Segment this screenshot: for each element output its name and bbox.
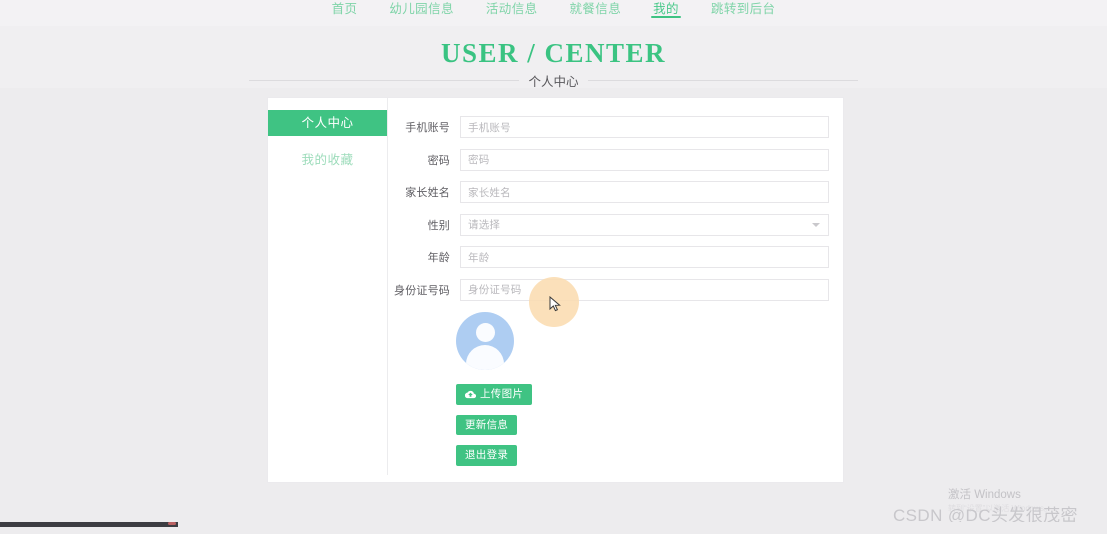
windows-activation-subtitle: 转到“设置”以激活 Windows。 bbox=[948, 504, 1053, 513]
nav-list: 首页 幼儿园信息 活动信息 就餐信息 我的 跳转到后台 bbox=[330, 0, 778, 26]
cloud-upload-icon bbox=[464, 389, 477, 400]
label-phone: 手机账号 bbox=[405, 122, 450, 134]
form-row-phone: 手机账号 手机账号 bbox=[388, 116, 829, 138]
logout-label: 退出登录 bbox=[465, 449, 509, 461]
form-row-password: 密码 密码 bbox=[388, 148, 829, 171]
horizontal-scrollbar[interactable] bbox=[0, 522, 178, 527]
user-center-card: 个人中心 我的收藏 手机账号 手机账号 密码 密码 家长姓名 家长姓名 性别 请… bbox=[267, 97, 844, 483]
label-password: 密码 bbox=[427, 154, 450, 167]
label-age: 年龄 bbox=[427, 252, 450, 264]
form-row-parent-name: 家长姓名 家长姓名 bbox=[388, 181, 829, 203]
sidebar-item-my-favorites[interactable]: 我的收藏 bbox=[268, 147, 387, 173]
label-id-number: 身份证号码 bbox=[394, 284, 450, 297]
select-gender[interactable]: 请选择 bbox=[460, 213, 829, 236]
input-parent-name[interactable]: 家长姓名 bbox=[460, 181, 829, 203]
placeholder-id-number: 身份证号码 bbox=[468, 284, 522, 296]
form-row-age: 年龄 年龄 bbox=[388, 246, 829, 268]
sidebar-item-label: 我的收藏 bbox=[301, 153, 354, 167]
avatar-block bbox=[456, 311, 829, 370]
input-phone[interactable]: 手机账号 bbox=[460, 116, 829, 138]
input-age[interactable]: 年龄 bbox=[460, 246, 829, 268]
nav-item-label: 我的 bbox=[653, 2, 679, 16]
update-info-label: 更新信息 bbox=[465, 418, 509, 431]
nav-item-label: 跳转到后台 bbox=[710, 2, 776, 16]
profile-form: 手机账号 手机账号 密码 密码 家长姓名 家长姓名 性别 请选择 年龄 年龄 身… bbox=[388, 98, 843, 482]
avatar-head-shape bbox=[475, 322, 495, 342]
page-title-en: USER / CENTER bbox=[0, 36, 1107, 70]
form-row-id-number: 身份证号码 身份证号码 bbox=[388, 278, 829, 301]
nav-item-dining-info[interactable]: 就餐信息 bbox=[568, 0, 624, 19]
input-password[interactable]: 密码 bbox=[460, 148, 829, 171]
content-area: 个人中心 我的收藏 手机账号 手机账号 密码 密码 家长姓名 家长姓名 性别 请… bbox=[0, 88, 1107, 500]
placeholder-gender: 请选择 bbox=[468, 219, 501, 231]
page-header: USER / CENTER 个人中心 bbox=[0, 26, 1107, 89]
sidebar: 个人中心 我的收藏 bbox=[268, 98, 388, 475]
upload-image-label: 上传图片 bbox=[480, 387, 524, 400]
avatar-body-shape bbox=[466, 344, 504, 370]
placeholder-age: 年龄 bbox=[468, 251, 490, 264]
nav-item-label: 首页 bbox=[331, 2, 358, 16]
label-gender: 性别 bbox=[427, 219, 450, 232]
sidebar-item-user-center[interactable]: 个人中心 bbox=[268, 110, 387, 136]
sidebar-item-label: 个人中心 bbox=[301, 116, 354, 130]
nav-item-mine[interactable]: 我的 bbox=[651, 0, 681, 19]
avatar[interactable] bbox=[456, 311, 514, 370]
nav-item-label: 就餐信息 bbox=[569, 2, 622, 16]
bottom-strip bbox=[0, 522, 1107, 534]
nav-item-kindergarten-info[interactable]: 幼儿园信息 bbox=[387, 0, 456, 19]
form-row-gender: 性别 请选择 bbox=[388, 213, 829, 236]
action-buttons: 上传图片 更新信息 退出登录 bbox=[456, 383, 829, 466]
chevron-down-icon bbox=[812, 222, 820, 227]
nav-item-activity-info[interactable]: 活动信息 bbox=[484, 0, 540, 19]
nav-item-label: 幼儿园信息 bbox=[389, 2, 454, 16]
divider-left bbox=[249, 80, 520, 81]
divider-right bbox=[587, 80, 858, 81]
label-parent-name: 家长姓名 bbox=[405, 187, 450, 199]
active-tab-indicator bbox=[651, 15, 681, 18]
scrollbar-marker bbox=[168, 522, 176, 525]
nav-item-goto-admin[interactable]: 跳转到后台 bbox=[709, 0, 778, 19]
input-id-number[interactable]: 身份证号码 bbox=[460, 278, 829, 301]
nav-item-label: 活动信息 bbox=[485, 2, 538, 16]
logout-button[interactable]: 退出登录 bbox=[456, 445, 518, 466]
top-navigation-bar: 首页 幼儿园信息 活动信息 就餐信息 我的 跳转到后台 bbox=[0, 0, 1107, 26]
nav-item-home[interactable]: 首页 bbox=[330, 0, 360, 19]
upload-image-button[interactable]: 上传图片 bbox=[456, 383, 533, 405]
update-info-button[interactable]: 更新信息 bbox=[456, 414, 518, 435]
placeholder-parent-name: 家长姓名 bbox=[468, 186, 511, 199]
placeholder-phone: 手机账号 bbox=[468, 121, 511, 134]
placeholder-password: 密码 bbox=[468, 154, 490, 166]
